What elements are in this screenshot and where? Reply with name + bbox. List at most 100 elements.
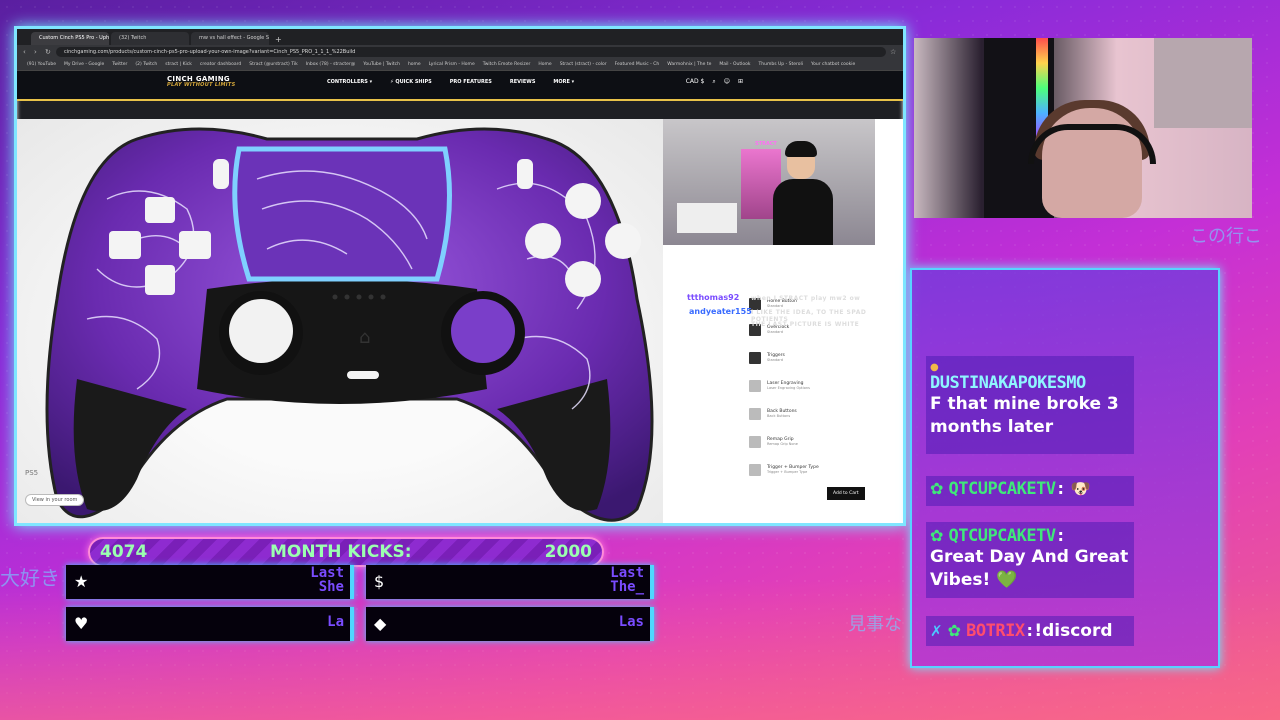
goal-current: 4074: [100, 542, 148, 562]
menu-more[interactable]: MORE ▾: [553, 79, 574, 85]
overlay-chat-text: when I STRACT play mw2 ow: [751, 295, 861, 302]
chat-username: BOTRIX: [966, 621, 1025, 641]
bookmark-item[interactable]: YouTube | Twitch: [363, 62, 400, 67]
heart-icon: ♥: [74, 614, 89, 633]
chat-message: ● DUSTINAKAPOKESMO F that mine broke 3 m…: [926, 356, 1134, 454]
bookmark-item[interactable]: home: [408, 62, 421, 67]
bookmark-item[interactable]: (91) YouTube: [27, 62, 56, 67]
goal-target: 2000: [544, 542, 592, 562]
option-laser-engraving[interactable]: Laser Engraving Laser Engraving Options: [749, 375, 869, 397]
alert-last-sub: ♥ La: [66, 607, 354, 641]
browser-window: Custom Cinch PS5 Pro - Upho (32) Twitch …: [14, 26, 906, 526]
option-triggers[interactable]: Triggers Standard: [749, 347, 869, 369]
badge-icon: ●: [930, 362, 939, 373]
guest-webcam: [914, 38, 1252, 218]
bookmark-item[interactable]: Featured Music - Ch: [615, 62, 660, 67]
chat-username: DUSTINAKAPOKESMO: [930, 373, 1086, 393]
forward-icon[interactable]: ›: [34, 48, 41, 56]
option-thumb: [749, 408, 761, 420]
goal-label: MONTH KICKS:: [270, 542, 412, 562]
headphones-icon: [1028, 124, 1156, 164]
chat-username: QTCUPCAKETV: [948, 526, 1057, 546]
dollar-icon: $: [374, 572, 385, 591]
bookmark-item[interactable]: Twitter: [112, 62, 127, 67]
site-header: CINCH GAMING PLAY WITHOUT LIMITS CONTROL…: [17, 71, 903, 93]
option-thumb: [749, 464, 761, 476]
reload-icon[interactable]: ↻: [45, 48, 52, 56]
product-platform-label: PS5: [25, 469, 39, 477]
alert-last-cheer: ◆ Las: [366, 607, 654, 641]
alert-text: Las: [618, 614, 644, 630]
bookmark-item[interactable]: stract | Kick: [165, 62, 192, 67]
svg-text:⌂: ⌂: [359, 327, 370, 348]
new-tab-icon[interactable]: +: [271, 34, 286, 45]
chat-panel: ● DUSTINAKAPOKESMO F that mine broke 3 m…: [910, 268, 1220, 668]
bookmark-item[interactable]: Thumbs Up - Steroli: [759, 62, 804, 67]
bookmark-item[interactable]: Twitch Emote Resizer: [483, 62, 531, 67]
chat-text: F that mine broke 3 months later: [930, 394, 1119, 437]
goal-bar: 4074 MONTH KICKS: 2000: [88, 537, 604, 567]
option-remap-grip[interactable]: Remap Grip Remap Grip None: [749, 431, 869, 453]
star-icon[interactable]: ☆: [890, 48, 897, 56]
sparkle-icon: ✿: [930, 479, 944, 498]
currency-selector[interactable]: CAD $: [686, 78, 705, 86]
menu-pro-features[interactable]: PRO FEATURES: [450, 79, 492, 85]
browser-tab[interactable]: (32) Twitch: [111, 32, 189, 45]
streamer-webcam: STRACT: [663, 119, 875, 245]
option-thumb: [749, 380, 761, 392]
webcam-wall: [1154, 38, 1252, 128]
bookmark-item[interactable]: (2) Twitch: [135, 62, 157, 67]
menu-reviews[interactable]: REVIEWS: [510, 79, 536, 85]
chat-message: ✗ ✿ BOTRIX:!discord: [926, 616, 1134, 646]
sparkle-icon: ✿: [930, 526, 944, 545]
webcam-shelf: [677, 203, 737, 233]
bookmark-item[interactable]: Stract (@urstract) Tik: [249, 62, 297, 67]
option-back-buttons[interactable]: Back Buttons Back Buttons: [749, 403, 869, 425]
bookmark-item[interactable]: Warmohnix | The te: [667, 62, 711, 67]
site-logo[interactable]: CINCH GAMING PLAY WITHOUT LIMITS: [167, 76, 237, 89]
chat-text: !discord: [1034, 621, 1113, 641]
menu-quick-ships[interactable]: ⚡ QUICK SHIPS: [390, 79, 432, 85]
chat-message: ✿ QTCUPCAKETV: Great Day And Great Vibes…: [926, 522, 1134, 598]
chat-text: Great Day And Great Vibes! 💚: [930, 547, 1129, 590]
browser-tab[interactable]: mw vs hall effect - Google Sea: [191, 32, 269, 45]
search-icon[interactable]: ⌕: [712, 78, 715, 86]
bookmark-item[interactable]: Home: [538, 62, 551, 67]
option-sub: Remap Grip None: [767, 442, 798, 446]
bookmark-item[interactable]: My Drive - Google: [64, 62, 104, 67]
bookmark-item[interactable]: Mail - Outlook: [719, 62, 750, 67]
deco-jp-right-top: この行こ: [1190, 226, 1262, 247]
bookmark-item[interactable]: creator dashboard: [200, 62, 241, 67]
chat-emote: 🐶: [1070, 479, 1091, 498]
menu-controllers[interactable]: CONTROLLERS ▾: [327, 79, 372, 85]
bookmark-item[interactable]: Your chatbot cookie: [811, 62, 855, 67]
alert-text: La: [327, 614, 344, 630]
option-sub: Standard: [767, 330, 783, 334]
add-to-cart-button[interactable]: Add to Cart: [827, 487, 865, 500]
streamer-person: [773, 141, 833, 245]
option-thumb: [749, 436, 761, 448]
overlay-chat-user: ttthomas92: [687, 293, 740, 302]
view-in-room-button[interactable]: View in your room: [25, 494, 85, 506]
cart-icon[interactable]: ⊞: [738, 78, 743, 86]
site-header-icons: CAD $ ⌕ ☺ ⊞: [686, 78, 743, 86]
option-sub: Trigger + Bumper Type: [767, 470, 808, 474]
address-bar: ‹ › ↻ cinchgaming.com/products/custom-ci…: [17, 45, 903, 59]
back-icon[interactable]: ‹: [23, 48, 30, 56]
url-input[interactable]: cinchgaming.com/products/custom-cinch-ps…: [56, 47, 886, 57]
bookmark-item[interactable]: Stract (stract) - color: [560, 62, 607, 67]
bookmark-item[interactable]: Inbox (78) - stracter@: [306, 62, 356, 67]
deco-jp-left: 大好き: [0, 566, 60, 590]
alert-text: Last She: [310, 565, 344, 595]
option-sub: Laser Engraving Options: [767, 386, 810, 390]
sparkle-icon: ✿: [947, 621, 962, 640]
alert-last-follower: ★ Last She: [66, 565, 354, 599]
option-trigger-bumper[interactable]: Trigger + Bumper Type Trigger + Bumper Ty…: [749, 459, 869, 481]
browser-tab[interactable]: Custom Cinch PS5 Pro - Upho: [31, 32, 109, 45]
account-icon[interactable]: ☺: [724, 78, 730, 86]
deco-jp-right-bottom: 見事な: [848, 614, 902, 635]
bookmark-item[interactable]: Lyrical Prism - Home: [429, 62, 475, 67]
tab-strip: Custom Cinch PS5 Pro - Upho (32) Twitch …: [17, 29, 903, 45]
option-sub: Standard: [767, 358, 783, 362]
overlay-chat-text: THE LAST PICTURE IS WHITE: [751, 321, 860, 328]
